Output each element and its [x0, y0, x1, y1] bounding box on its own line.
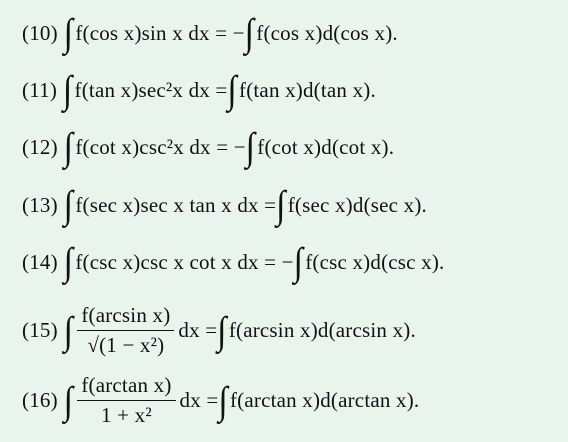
formula-number: (12)	[22, 134, 58, 159]
fraction-numerator: f(arctan x)	[77, 373, 176, 401]
integral-sign: ∫	[63, 126, 74, 169]
formula-row-11: (11) ∫ f(tan x)sec²x dx = ∫ f(tan x)d(ta…	[22, 69, 562, 112]
integral-sign: ∫	[63, 309, 74, 353]
fraction: f(arctan x) 1 + x²	[77, 373, 176, 428]
formula-number: (13)	[22, 192, 58, 217]
formula-middle: dx =	[179, 388, 219, 412]
formula-row-16: (16) ∫ f(arctan x) 1 + x² dx = ∫ f(arcta…	[22, 373, 562, 428]
formula-number: (14)	[22, 249, 58, 274]
formula-left-side: f(csc x)csc x cot x dx = −	[75, 249, 294, 274]
integral-sign: ∫	[217, 309, 227, 353]
formula-number: (11)	[22, 77, 58, 102]
formula-right-side: f(csc x)d(csc x).	[305, 249, 445, 274]
formula-right-side: f(cot x)d(cot x).	[257, 134, 395, 159]
integral-sign: ∫	[63, 69, 73, 112]
formula-right-side: f(tan x)d(tan x).	[239, 77, 376, 102]
integral-sign: ∫	[63, 241, 74, 284]
formula-left-side: f(sec x)sec x tan x dx =	[75, 192, 277, 217]
fraction-denominator: √(1 − x²)	[87, 333, 165, 357]
integral-sign: ∫	[63, 379, 74, 423]
integral-sign: ∫	[276, 184, 286, 227]
integral-sign: ∫	[244, 12, 255, 55]
integral-sign: ∫	[293, 241, 304, 284]
formula-left-side: f(cos x)sin x dx = −	[75, 20, 245, 45]
formula-row-13: (13) ∫ f(sec x)sec x tan x dx = ∫ f(sec …	[22, 184, 562, 227]
formula-left-side: f(tan x)sec²x dx =	[74, 77, 228, 102]
formula-right-side: f(sec x)d(sec x).	[287, 192, 427, 217]
fraction-numerator: f(arcsin x)	[77, 303, 175, 331]
formula-row-12: (12) ∫ f(cot x)csc²x dx = − ∫ f(cot x)d(…	[22, 126, 562, 169]
formula-page: (10) ∫ f(cos x)sin x dx = − ∫ f(cos x)d(…	[0, 0, 568, 442]
formula-row-14: (14) ∫ f(csc x)csc x cot x dx = − ∫ f(cs…	[22, 241, 562, 284]
integral-sign: ∫	[218, 379, 228, 423]
formula-right-side: f(cos x)d(cos x).	[256, 20, 398, 45]
integral-sign: ∫	[63, 12, 74, 55]
formula-middle: dx =	[178, 318, 218, 342]
formula-right-side: f(arctan x)d(arctan x).	[229, 388, 420, 412]
fraction-denominator: 1 + x²	[101, 403, 152, 427]
fraction: f(arcsin x) √(1 − x²)	[77, 303, 175, 358]
formula-number: (15)	[22, 318, 58, 342]
formula-right-side: f(arcsin x)d(arcsin x).	[228, 318, 416, 342]
integral-sign: ∫	[227, 69, 237, 112]
formula-number: (16)	[22, 388, 58, 412]
formula-number: (10)	[22, 20, 58, 45]
integral-sign: ∫	[63, 184, 74, 227]
formula-row-15: (15) ∫ f(arcsin x) √(1 − x²) dx = ∫ f(ar…	[22, 303, 562, 358]
integral-sign: ∫	[245, 126, 256, 169]
formula-left-side: f(cot x)csc²x dx = −	[75, 134, 246, 159]
formula-row-10: (10) ∫ f(cos x)sin x dx = − ∫ f(cos x)d(…	[22, 12, 562, 55]
